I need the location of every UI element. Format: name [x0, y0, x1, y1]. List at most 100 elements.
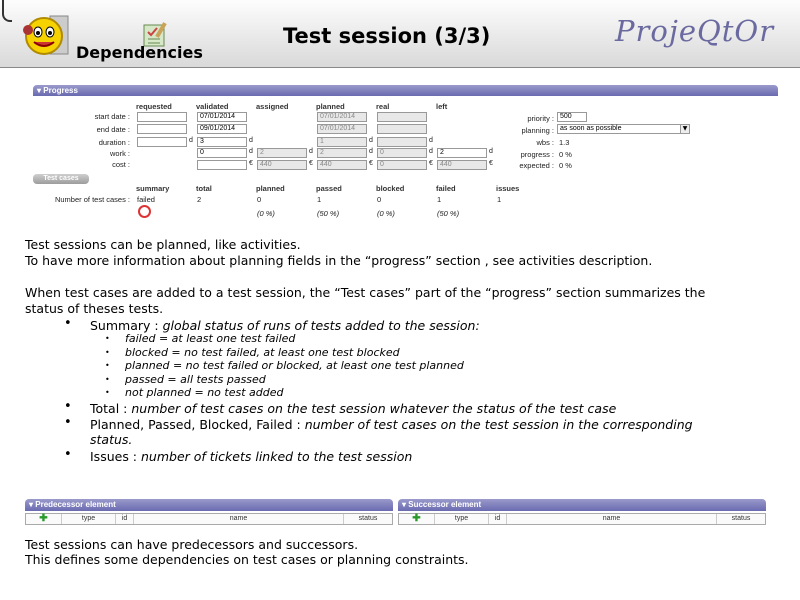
predecessor-table-header: ✚ type id name status [25, 513, 393, 525]
tc-planned-percent: (0 %) [257, 209, 275, 218]
bullet-total-label: Total : [90, 401, 132, 416]
test-cases-button[interactable]: Test cases [33, 174, 89, 184]
paragraph-2a: When test cases are added to a test sess… [25, 285, 706, 300]
priority-input[interactable]: 500 [557, 112, 587, 122]
failed-status-icon [138, 205, 151, 218]
predecessor-section-header[interactable]: ▾ Predecessor element [25, 499, 393, 511]
tc-issues-value: 1 [497, 195, 502, 204]
requested-duration-input[interactable] [137, 137, 187, 147]
bullet-total-desc: number of test cases on the test session… [131, 401, 617, 416]
wbs-label: wbs : [536, 138, 554, 147]
bullet-summary-label: Summary : [90, 318, 163, 333]
duration-label: duration : [98, 138, 130, 147]
day-unit: d [489, 148, 493, 155]
sub-bullet-planned: planned = no test failed or blocked, at … [125, 359, 464, 372]
left-cost-field: 440 [437, 160, 487, 170]
day-unit: d [369, 137, 373, 144]
tc-passed-percent: (50 %) [317, 209, 340, 218]
cost-label: cost : [112, 160, 130, 169]
day-unit: d [189, 137, 193, 144]
paragraph-2b: status of theses tests. [25, 301, 164, 316]
day-unit: d [249, 148, 253, 155]
succ-col-type: type [435, 514, 489, 524]
col-validated: validated [196, 102, 229, 111]
planned-duration-field: 1 [317, 137, 367, 147]
tc-row-label: Number of test cases : [54, 195, 130, 204]
tc-failed-value: 1 [437, 195, 442, 204]
planning-label: planning : [521, 126, 554, 135]
paragraph-1a: Test sessions can be planned, like activ… [25, 237, 301, 252]
bullet-summary-desc: global status of runs of tests added to … [162, 318, 480, 333]
sub-bullet-dot: • [105, 375, 110, 384]
pred-col-id: id [116, 514, 134, 524]
tc-blocked-value: 0 [377, 195, 382, 204]
bullet-dot: • [64, 316, 72, 331]
validated-cost-input[interactable] [197, 160, 247, 170]
col-requested: requested [136, 102, 172, 111]
euro-unit: € [249, 160, 253, 167]
tc-col-summary: summary [136, 184, 170, 193]
requested-start-input[interactable] [137, 112, 187, 122]
bullet-statuses: Planned, Passed, Blocked, Failed : numbe… [90, 417, 693, 432]
sub-bullet-dot: • [105, 361, 110, 370]
validated-start-input[interactable]: 07/01/2014 [197, 112, 247, 122]
bullet-summary: Summary : global status of runs of tests… [90, 318, 480, 333]
pred-col-name: name [134, 514, 344, 524]
tc-col-blocked: blocked [376, 184, 405, 193]
chevron-down-icon[interactable]: ▼ [680, 124, 690, 134]
successor-section-header[interactable]: ▾ Successor element [398, 499, 766, 511]
wbs-value: 1.3 [559, 138, 570, 147]
bullet-issues: Issues : number of tickets linked to the… [90, 449, 412, 464]
sub-bullet-dot: • [105, 334, 110, 343]
bullet-total: Total : number of test cases on the test… [90, 401, 616, 416]
tc-summary-value: failed [137, 195, 155, 204]
expected-label: expected : [519, 161, 554, 170]
tc-col-passed: passed [316, 184, 342, 193]
assigned-work-field: 2 [257, 148, 307, 158]
add-successor-button[interactable]: ✚ [399, 514, 435, 524]
progress-label: progress : [520, 150, 554, 159]
work-label: work : [109, 149, 130, 158]
succ-col-id: id [489, 514, 507, 524]
col-planned: planned [316, 102, 345, 111]
pred-col-status: status [358, 515, 378, 522]
end-date-label: end date : [96, 125, 130, 134]
left-work-input[interactable]: 2 [437, 148, 487, 158]
col-assigned: assigned [256, 102, 289, 111]
validated-work-input[interactable]: 0 [197, 148, 247, 158]
requested-end-input[interactable] [137, 124, 187, 134]
planned-start-field: 07/01/2014 [317, 112, 367, 122]
sub-bullet-dot: • [105, 388, 110, 397]
planning-select[interactable]: as soon as possible [557, 124, 683, 134]
start-date-label: start date : [94, 112, 130, 121]
slide-title: Test session (3/3) [283, 24, 491, 48]
col-real: real [376, 102, 390, 111]
day-unit: d [369, 148, 373, 155]
euro-unit: € [369, 160, 373, 167]
bullet-statuses-desc-2: status. [90, 432, 133, 447]
paragraph-3a: Test sessions can have predecessors and … [25, 537, 359, 552]
tc-passed-value: 1 [317, 195, 322, 204]
sub-bullet-dot: • [105, 348, 110, 357]
real-duration-field [377, 137, 427, 147]
progress-section-header[interactable]: ▾ Progress [33, 85, 778, 96]
tc-col-planned: planned [256, 184, 285, 193]
validated-duration-input[interactable]: 3 [197, 137, 247, 147]
tc-blocked-percent: (0 %) [377, 209, 395, 218]
validated-end-input[interactable]: 09/01/2014 [197, 124, 247, 134]
expected-value: 0 % [559, 161, 572, 170]
bullet-statuses-label: Planned, Passed, Blocked, Failed : [90, 417, 305, 432]
progress-value: 0 % [559, 150, 572, 159]
bullet-dot: • [64, 447, 72, 462]
add-predecessor-button[interactable]: ✚ [26, 514, 62, 524]
succ-col-status: status [731, 515, 751, 522]
real-work-field: 0 [377, 148, 427, 158]
sub-bullet-blocked: blocked = no test failed, at least one t… [125, 346, 400, 359]
planned-end-field: 07/01/2014 [317, 124, 367, 134]
bullet-issues-label: Issues : [90, 449, 141, 464]
tc-col-failed: failed [436, 184, 456, 193]
day-unit: d [429, 137, 433, 144]
planned-cost-field: 440 [317, 160, 367, 170]
euro-unit: € [309, 160, 313, 167]
day-unit: d [429, 148, 433, 155]
